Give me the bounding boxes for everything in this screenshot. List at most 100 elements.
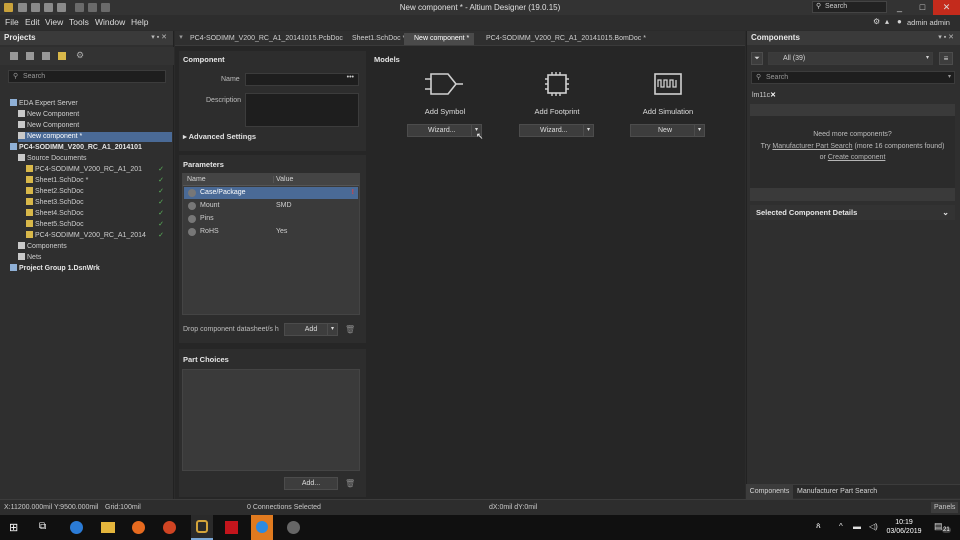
parameter-row[interactable]: Pins <box>184 213 358 225</box>
gear-icon[interactable]: ⚙ <box>873 17 880 26</box>
project-tree-item[interactable]: New Component <box>18 121 172 131</box>
volume-icon[interactable]: ◁) <box>869 522 878 531</box>
gear-icon[interactable]: ⚙ <box>76 50 84 61</box>
bell-icon[interactable]: ▴ <box>885 17 889 26</box>
project-tree-item[interactable]: PC4-SODIMM_V200_RC_A1_201 ✓ <box>26 165 172 175</box>
selected-details-header[interactable]: Selected Component Details ⌄ <box>750 205 955 220</box>
library-filter-select[interactable]: All (39) ▾ <box>768 52 933 65</box>
project-tree-item[interactable]: Sheet3.SchDoc ✓ <box>26 198 172 208</box>
chevron-down-icon[interactable]: ▾ <box>694 125 704 136</box>
project-tree-item[interactable]: Sheet5.SchDoc ✓ <box>26 220 172 230</box>
advanced-settings-toggle[interactable]: ▸ Advanced Settings <box>183 132 256 141</box>
firefox-icon[interactable] <box>132 521 145 534</box>
project-tree-item[interactable]: Project Group 1.DsnWrk <box>10 264 172 274</box>
name-input[interactable]: ••• <box>245 73 359 86</box>
project-tree-item[interactable]: Source Documents <box>18 154 172 164</box>
app-icon[interactable] <box>287 521 300 534</box>
trash-icon[interactable]: 🗑 <box>345 325 355 334</box>
tab-components[interactable]: Components <box>746 485 793 499</box>
save-all-icon[interactable] <box>44 3 53 12</box>
tab-new-component[interactable]: New component * <box>404 33 474 45</box>
parameter-value[interactable]: SMD <box>276 200 292 212</box>
recorder-taskbar-button[interactable] <box>251 515 273 540</box>
symbol-icon[interactable] <box>424 71 464 97</box>
add-project-icon[interactable] <box>10 52 18 60</box>
menu-view[interactable]: View <box>45 17 63 27</box>
user-name[interactable]: admin admin <box>907 18 950 27</box>
add-parameter-button[interactable]: Add ▾ <box>284 323 338 336</box>
chevron-down-icon[interactable]: ▾ <box>327 324 337 335</box>
filter-icon[interactable]: ⏷ <box>751 52 763 65</box>
folder-icon[interactable] <box>58 52 66 60</box>
open-icon[interactable] <box>57 3 66 12</box>
project-tree-item[interactable]: Sheet1.SchDoc * ✓ <box>26 176 172 186</box>
new-icon[interactable] <box>18 3 27 12</box>
project-tree-item[interactable]: New component * <box>18 132 172 142</box>
maximize-button[interactable]: □ <box>909 0 936 15</box>
col-value[interactable]: Value <box>273 176 293 183</box>
parameter-row[interactable]: Case/Package! <box>184 187 358 199</box>
manufacturer-part-search-link[interactable]: Manufacturer Part Search <box>772 143 852 150</box>
project-tree-item[interactable]: Sheet2.SchDoc ✓ <box>26 187 172 197</box>
remove-tag-icon[interactable]: ✕ <box>770 92 776 99</box>
project-tree-item[interactable]: New Component <box>18 110 172 120</box>
chevron-down-icon[interactable]: ▾ <box>583 125 593 136</box>
chevron-down-icon[interactable]: ▾ <box>948 72 951 83</box>
project-tree-item[interactable]: EDA Expert Server <box>10 99 172 109</box>
footprint-icon[interactable] <box>543 71 571 97</box>
menu-icon[interactable]: ≡ <box>939 52 953 65</box>
redo-icon[interactable] <box>88 3 97 12</box>
menu-tools[interactable]: Tools <box>69 17 89 27</box>
tab-pcbdoc[interactable]: PC4-SODIMM_V200_RC_A1_20141015.PcbDoc <box>180 33 343 45</box>
project-tree-item[interactable]: Sheet4.SchDoc ✓ <box>26 209 172 219</box>
col-name[interactable]: Name <box>187 176 206 183</box>
powerpoint-icon[interactable] <box>163 521 176 534</box>
panel-controls-icon[interactable]: ▾ ▪ ✕ <box>938 33 954 41</box>
menu-window[interactable]: Window <box>95 17 125 27</box>
menu-edit[interactable]: Edit <box>25 17 40 27</box>
global-search[interactable]: ⚲ Search <box>812 1 887 13</box>
open-project-icon[interactable] <box>42 52 50 60</box>
projects-search-input[interactable]: ⚲ Search <box>8 70 166 83</box>
trash-icon[interactable]: 🗑 <box>345 479 355 488</box>
more-icon[interactable]: ••• <box>347 74 354 81</box>
dropdown-icon[interactable] <box>101 3 110 12</box>
undo-icon[interactable] <box>75 3 84 12</box>
description-input[interactable] <box>245 93 359 127</box>
project-tree-item[interactable]: PC4-SODIMM_V200_RC_A1_2014 ✓ <box>26 231 172 241</box>
menu-help[interactable]: Help <box>131 17 148 27</box>
add-part-choice-button[interactable]: Add... <box>284 477 338 490</box>
project-tree-item[interactable]: Nets <box>18 253 172 263</box>
simulation-icon[interactable] <box>653 71 683 97</box>
menu-file[interactable]: File <box>5 17 19 27</box>
parameter-row[interactable]: RoHS Yes <box>184 226 358 238</box>
tab-bomdoc[interactable]: PC4-SODIMM_V200_RC_A1_20141015.BomDoc * <box>476 33 646 45</box>
project-tree-item[interactable]: PC4-SODIMM_V200_RC_A1_2014101 <box>10 143 172 153</box>
windows-start-icon[interactable]: ⊞ <box>9 521 18 534</box>
parameter-value[interactable]: Yes <box>276 226 287 238</box>
panels-button[interactable]: Panels <box>931 502 959 513</box>
project-tree-item[interactable]: Components <box>18 242 172 252</box>
tab-sheet1[interactable]: Sheet1.SchDoc * <box>342 33 405 45</box>
battery-icon[interactable]: ▬ <box>853 522 861 531</box>
components-search-input[interactable]: ⚲ Search ▾ <box>751 71 955 84</box>
create-component-link[interactable]: Create component <box>828 154 886 161</box>
parameter-row[interactable]: Mount SMD <box>184 200 358 212</box>
file-explorer-icon[interactable] <box>101 522 115 533</box>
panel-controls-icon[interactable]: ▾ ▪ ✕ <box>151 33 167 41</box>
save-icon[interactable] <box>31 3 40 12</box>
close-button[interactable]: ✕ <box>933 0 960 15</box>
acrobat-icon[interactable] <box>225 521 238 534</box>
symbol-wizard-button[interactable]: Wizard... ▾ <box>407 124 482 137</box>
edge-icon[interactable] <box>70 521 83 534</box>
people-icon[interactable]: ጰ <box>816 521 821 531</box>
chevron-up-icon[interactable]: ^ <box>839 522 843 531</box>
search-tag[interactable]: lm11c✕ <box>752 91 776 99</box>
task-view-icon[interactable]: ⧉ <box>39 521 46 532</box>
tab-manufacturer-search[interactable]: Manufacturer Part Search <box>797 485 877 499</box>
altium-taskbar-button[interactable] <box>191 515 213 540</box>
save-project-icon[interactable] <box>26 52 34 60</box>
simulation-new-button[interactable]: New ▾ <box>630 124 705 137</box>
collapse-icon[interactable]: ⌄ <box>942 205 949 220</box>
footprint-wizard-button[interactable]: Wizard... ▾ <box>519 124 594 137</box>
